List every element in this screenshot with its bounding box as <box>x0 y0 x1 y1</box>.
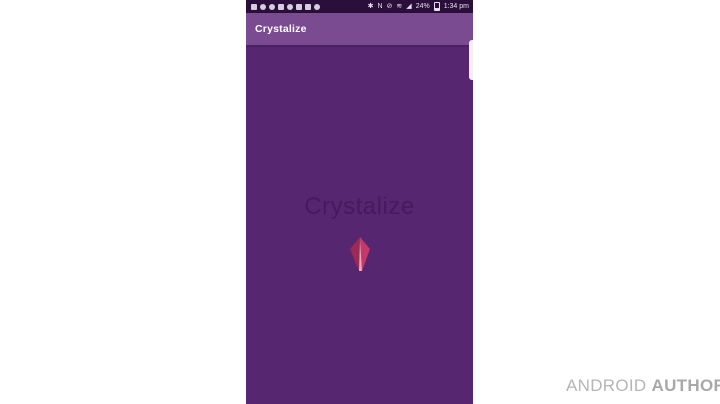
battery-percent: 24% <box>415 3 430 10</box>
notification-icon <box>287 3 293 10</box>
clock: 1:34 pm <box>443 3 469 10</box>
notification-icon <box>296 3 302 10</box>
watermark-part1: ANDROID <box>566 376 647 395</box>
mute-icon: ⊘ <box>386 3 393 10</box>
watermark-part2: AUTHORITY <box>651 376 720 395</box>
edge-panel-handle[interactable] <box>469 40 473 80</box>
battery-icon <box>433 2 440 11</box>
signal-icon: ◢ <box>406 3 412 10</box>
bluetooth-icon: ✱ <box>367 3 374 10</box>
status-right: ✱ N ⊘ ≋ ◢ 24% 1:34 pm <box>368 0 469 13</box>
screenshot-stage: ✱ N ⊘ ≋ ◢ 24% 1:34 pm Crystalize Crystal… <box>0 0 720 404</box>
notification-icon <box>269 3 275 10</box>
nfc-icon: N <box>377 3 383 10</box>
status-bar: ✱ N ⊘ ≋ ◢ 24% 1:34 pm <box>246 0 473 13</box>
notification-icon <box>260 3 266 10</box>
app-title: Crystalize <box>255 23 307 35</box>
notification-icon <box>278 3 284 10</box>
notification-icon <box>305 3 311 10</box>
app-bar: Crystalize <box>246 13 473 45</box>
notification-icon <box>314 3 320 10</box>
wifi-icon: ≋ <box>396 3 403 10</box>
phone-screen: ✱ N ⊘ ≋ ◢ 24% 1:34 pm Crystalize Crystal… <box>246 0 473 404</box>
notification-icon <box>251 3 257 10</box>
notification-icons <box>251 0 320 13</box>
watermark: ANDROID AUTHORITY <box>566 376 720 396</box>
splash-title: Crystalize <box>304 193 415 220</box>
crystal-icon <box>350 237 370 271</box>
crystal-facet-left <box>350 237 360 271</box>
